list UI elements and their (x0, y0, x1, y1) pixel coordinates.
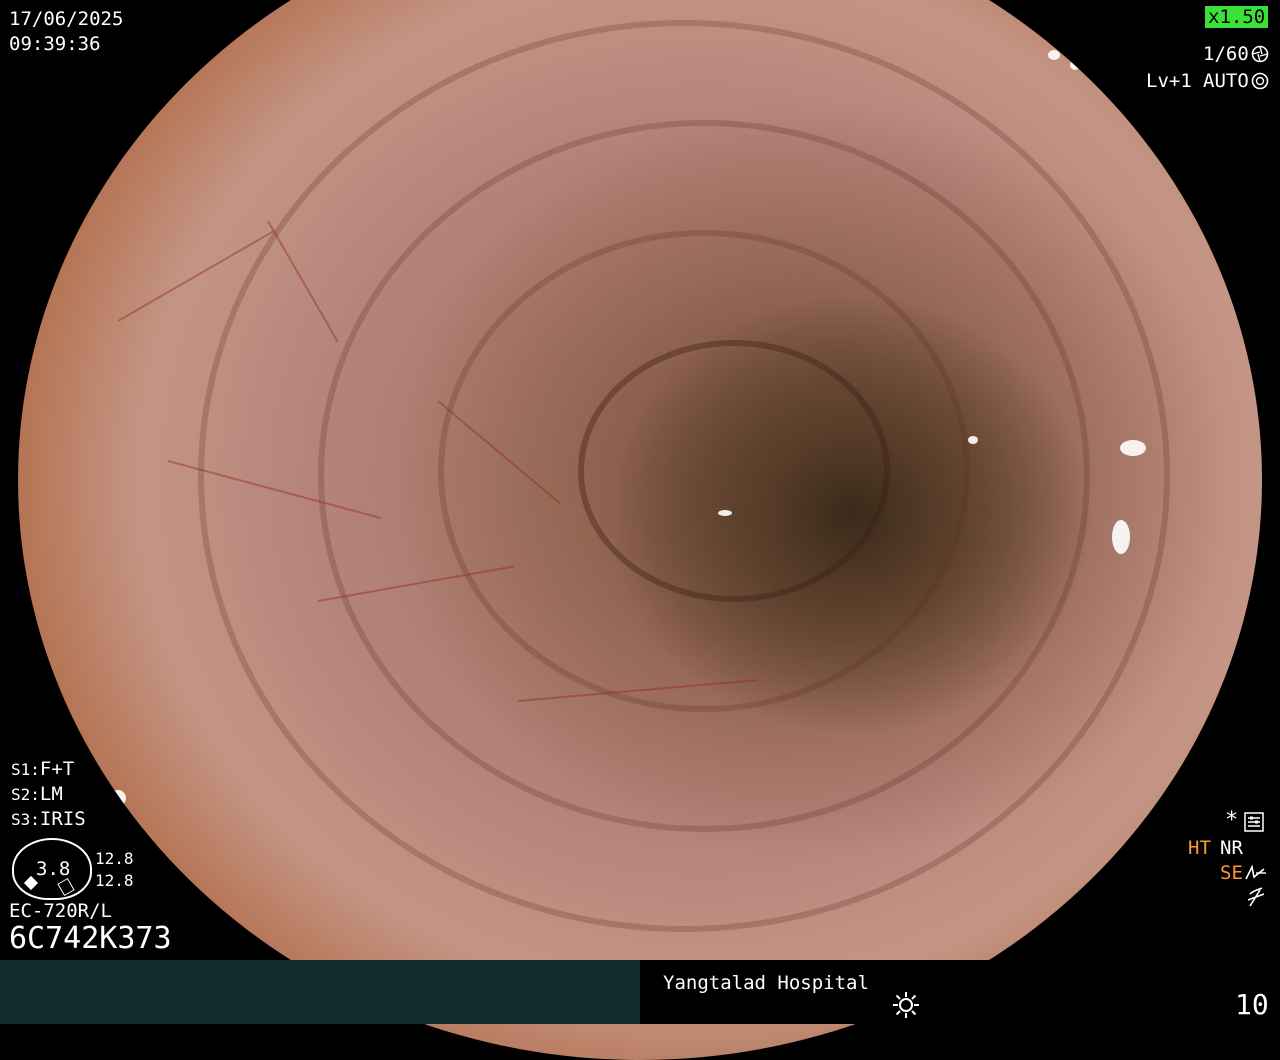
aperture-icon (1251, 45, 1269, 63)
footer-left-panel (0, 960, 640, 1024)
zoom-indicator: x1.50 (1205, 6, 1269, 28)
structure-enhance-icon (1245, 864, 1266, 880)
s1-label: S1: (11, 760, 40, 779)
s2-setting: S2:LM (11, 783, 63, 806)
s2-label: S2: (11, 785, 40, 804)
nr-indicator: NR (1220, 837, 1243, 859)
light-reflection (718, 510, 732, 516)
iris-icon (1251, 72, 1269, 90)
bending-gauge: 3.8 (12, 838, 92, 900)
gauge-top-value: 12.8 (95, 849, 134, 868)
mucosal-fold (578, 340, 890, 602)
s1-value: F+T (39, 758, 75, 780)
s3-label: S3: (11, 810, 40, 829)
endoscopy-image (18, 0, 1262, 1060)
iris-mode: AUTO (1203, 70, 1249, 92)
light-reflection (1070, 60, 1080, 70)
scope-model: EC-720R/L (9, 900, 112, 922)
ht-indicator: HT (1188, 837, 1211, 859)
date-text: 17/06/2025 (9, 8, 124, 30)
gauge-value: 3.8 (36, 858, 71, 880)
brightness-level: Lv+1 (1146, 70, 1192, 92)
s1-setting: S1:F+T (11, 758, 74, 781)
light-reflection (110, 790, 126, 806)
scope-serial: 6C742K373 (9, 921, 172, 956)
shutter-speed: 1/60 (1203, 43, 1249, 65)
s3-value: IRIS (39, 808, 86, 830)
gauge-bottom-value: 12.8 (95, 871, 134, 890)
light-reflection (1120, 440, 1146, 456)
light-reflection (968, 436, 978, 444)
lightning-icon (1247, 887, 1265, 907)
settings-icon (1244, 812, 1264, 832)
asterisk-marker: * (1225, 808, 1239, 833)
light-reflection (1112, 520, 1130, 554)
time-text: 09:39:36 (9, 33, 101, 55)
s2-value: LM (39, 783, 63, 805)
sun-icon (893, 992, 919, 1018)
gauge-tip-icon (57, 877, 75, 897)
se-indicator: SE (1220, 862, 1243, 884)
s3-setting: S3:IRIS (11, 808, 86, 831)
image-counter: 10 (1235, 988, 1269, 1021)
hospital-name: Yangtalad Hospital (663, 972, 869, 994)
light-reflection (1048, 50, 1060, 60)
